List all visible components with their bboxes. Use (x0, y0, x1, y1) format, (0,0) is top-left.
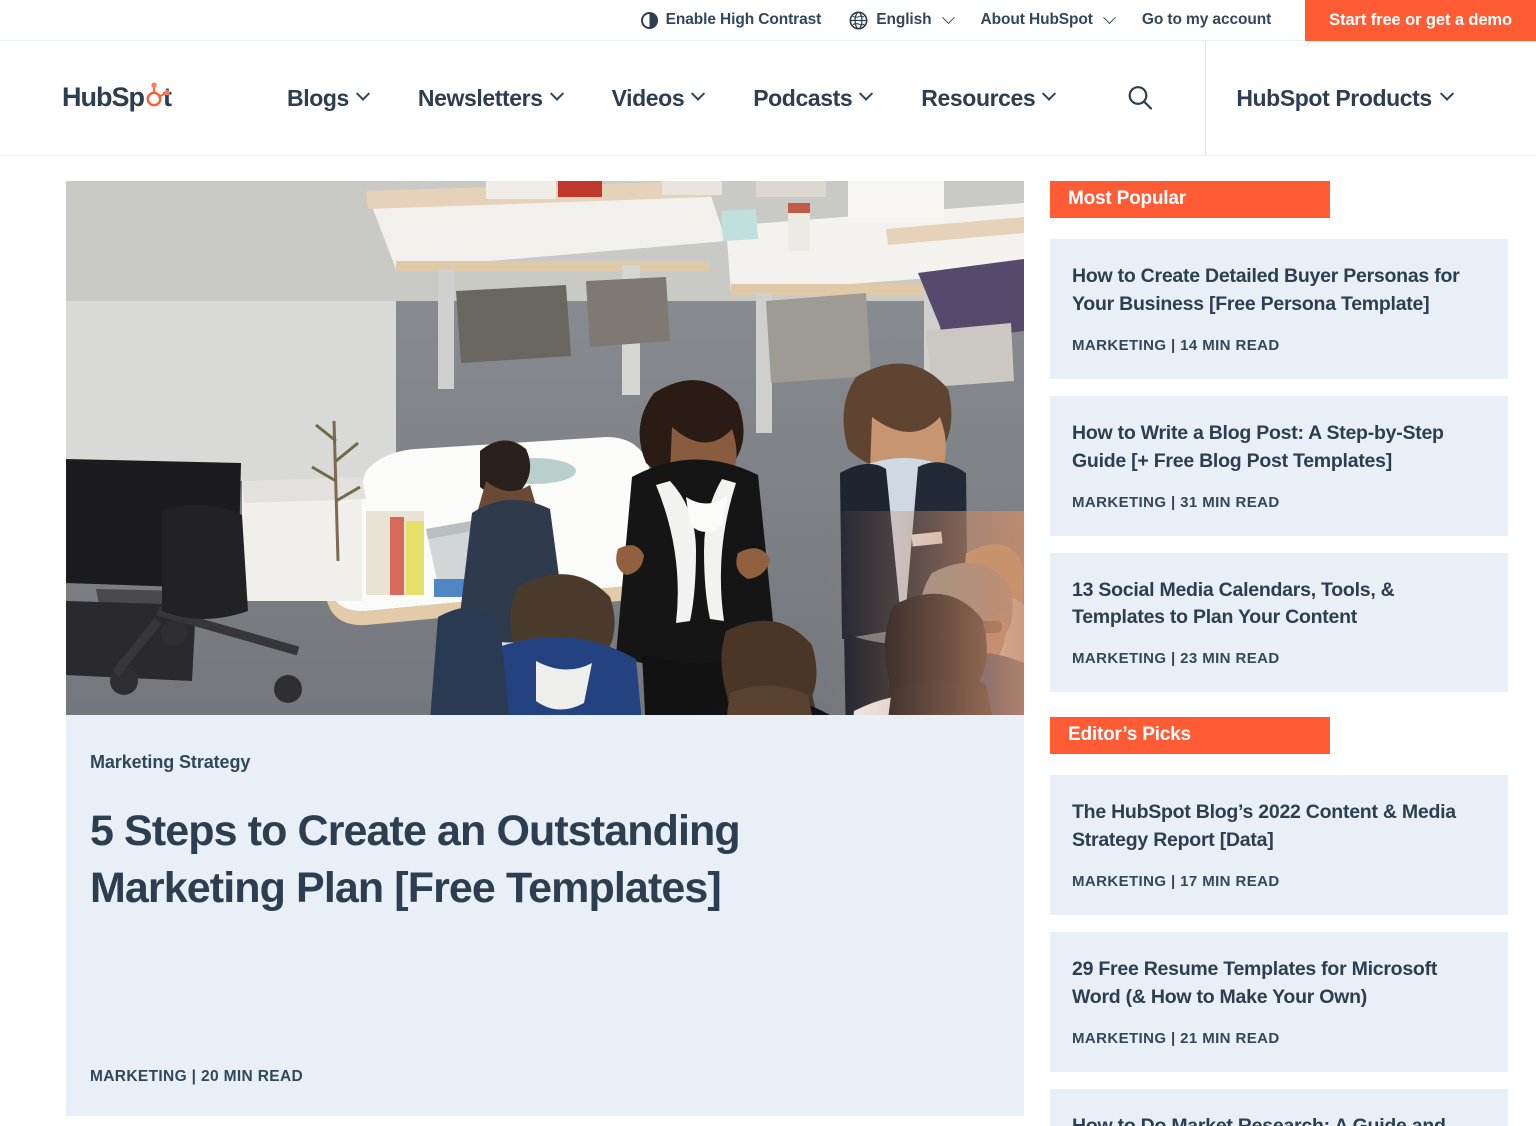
featured-article-meta: MARKETING | 20 MIN READ (90, 1068, 304, 1085)
featured-article-body: Marketing Strategy 5 Steps to Create an … (66, 715, 1024, 1116)
main-navigation: HubSp t Blogs Newsletters Videos Podcast… (0, 40, 1536, 156)
sidebar-article-card[interactable]: 29 Free Resume Templates for Microsoft W… (1050, 932, 1508, 1072)
chevron-down-icon (355, 86, 370, 101)
featured-article-card[interactable]: Marketing Strategy 5 Steps to Create an … (66, 181, 1024, 1116)
page-content: Marketing Strategy 5 Steps to Create an … (0, 156, 1536, 1126)
hubspot-logo-icon: HubSp t (62, 82, 173, 112)
chevron-down-icon (1102, 10, 1116, 24)
cta-label: Start free or get a demo (1329, 10, 1512, 29)
chevron-down-icon (859, 86, 874, 101)
utility-bar: Enable High Contrast English About HubSp… (0, 0, 1536, 41)
sidebar-article-meta: MARKETING | 14 MIN READ (1072, 336, 1280, 354)
sidebar-article-title: How to Do Market Research: A Guide and T… (1072, 1114, 1446, 1126)
nav-item-label: Resources (921, 84, 1036, 111)
sidebar-article-title: 29 Free Resume Templates for Microsoft W… (1072, 958, 1438, 1008)
go-to-my-account-label: Go to my account (1141, 11, 1272, 28)
search-icon (1128, 86, 1153, 110)
sidebar-article-card[interactable]: How to Create Detailed Buyer Personas fo… (1050, 239, 1508, 379)
office-meeting-photo (66, 181, 1024, 715)
chevron-down-icon (1439, 86, 1454, 101)
sidebar-article-meta: MARKETING | 23 MIN READ (1072, 650, 1280, 668)
about-hubspot-label: About HubSpot (980, 11, 1093, 28)
half-circle-contrast-icon (640, 11, 658, 29)
svg-text:t: t (163, 82, 172, 112)
sidebar: Most Popular How to Create Detailed Buye… (1050, 181, 1508, 1126)
featured-article-title[interactable]: 5 Steps to Create an Outstanding Marketi… (90, 803, 850, 917)
nav-item-podcasts[interactable]: Podcasts (728, 85, 896, 112)
sidebar-article-meta: MARKETING | 17 MIN READ (1072, 873, 1280, 890)
section-heading-most-popular: Most Popular (1050, 181, 1330, 218)
sidebar-article-title: 13 Social Media Calendars, Tools, & Temp… (1072, 578, 1395, 629)
sidebar-article-card[interactable]: How to Do Market Research: A Guide and T… (1050, 1088, 1508, 1126)
sidebar-article-meta: MARKETING | 31 MIN READ (1072, 493, 1280, 511)
enable-high-contrast-label: Enable High Contrast (665, 11, 822, 28)
nav-item-label: Podcasts (753, 84, 853, 111)
enable-high-contrast-button[interactable]: Enable High Contrast (627, 0, 836, 41)
globe-icon (849, 11, 868, 29)
sidebar-article-card[interactable]: The HubSpot Blog’s 2022 Content & Media … (1050, 775, 1508, 915)
language-label: English (876, 11, 932, 28)
search-button[interactable] (1107, 83, 1173, 113)
sidebar-article-title: How to Write a Blog Post: A Step-by-Step… (1072, 421, 1444, 472)
go-to-my-account-link[interactable]: Go to my account (1128, 0, 1285, 41)
featured-article-image (66, 181, 1024, 715)
featured-article-topic[interactable]: Marketing Strategy (90, 752, 1000, 773)
nav-item-blogs[interactable]: Blogs (262, 85, 393, 112)
start-free-or-demo-button[interactable]: Start free or get a demo (1305, 0, 1536, 41)
chevron-down-icon (691, 86, 706, 101)
nav-item-label: Videos (611, 84, 685, 111)
hubspot-products-menu[interactable]: HubSpot Products (1206, 85, 1481, 112)
sidebar-article-meta: MARKETING | 21 MIN READ (1072, 1029, 1280, 1047)
chevron-down-icon (549, 86, 564, 101)
sidebar-article-card[interactable]: How to Write a Blog Post: A Step-by-Step… (1050, 395, 1508, 536)
chevron-down-icon (1042, 86, 1057, 101)
about-hubspot-menu[interactable]: About HubSpot (967, 0, 1128, 41)
nav-item-label: Blogs (287, 84, 349, 111)
nav-item-newsletters[interactable]: Newsletters (393, 85, 587, 112)
language-selector[interactable]: English (835, 0, 966, 41)
sidebar-article-title: How to Create Detailed Buyer Personas fo… (1072, 265, 1460, 315)
section-heading-editors-picks: Editor’s Picks (1050, 717, 1330, 755)
nav-item-resources[interactable]: Resources (896, 85, 1079, 112)
svg-text:HubSp: HubSp (62, 82, 144, 112)
nav-item-label: Newsletters (417, 84, 543, 111)
nav-item-videos[interactable]: Videos (587, 85, 729, 112)
nav-links: Blogs Newsletters Videos Podcasts Resour… (262, 85, 1079, 112)
chevron-down-icon (941, 10, 955, 24)
sidebar-article-card[interactable]: 13 Social Media Calendars, Tools, & Temp… (1050, 552, 1508, 693)
hubspot-products-label: HubSpot Products (1236, 84, 1432, 111)
hubspot-logo[interactable]: HubSp t (62, 80, 190, 116)
utility-bar-links: Enable High Contrast English About HubSp… (627, 0, 1536, 41)
sidebar-article-title: The HubSpot Blog’s 2022 Content & Media … (1072, 801, 1456, 852)
